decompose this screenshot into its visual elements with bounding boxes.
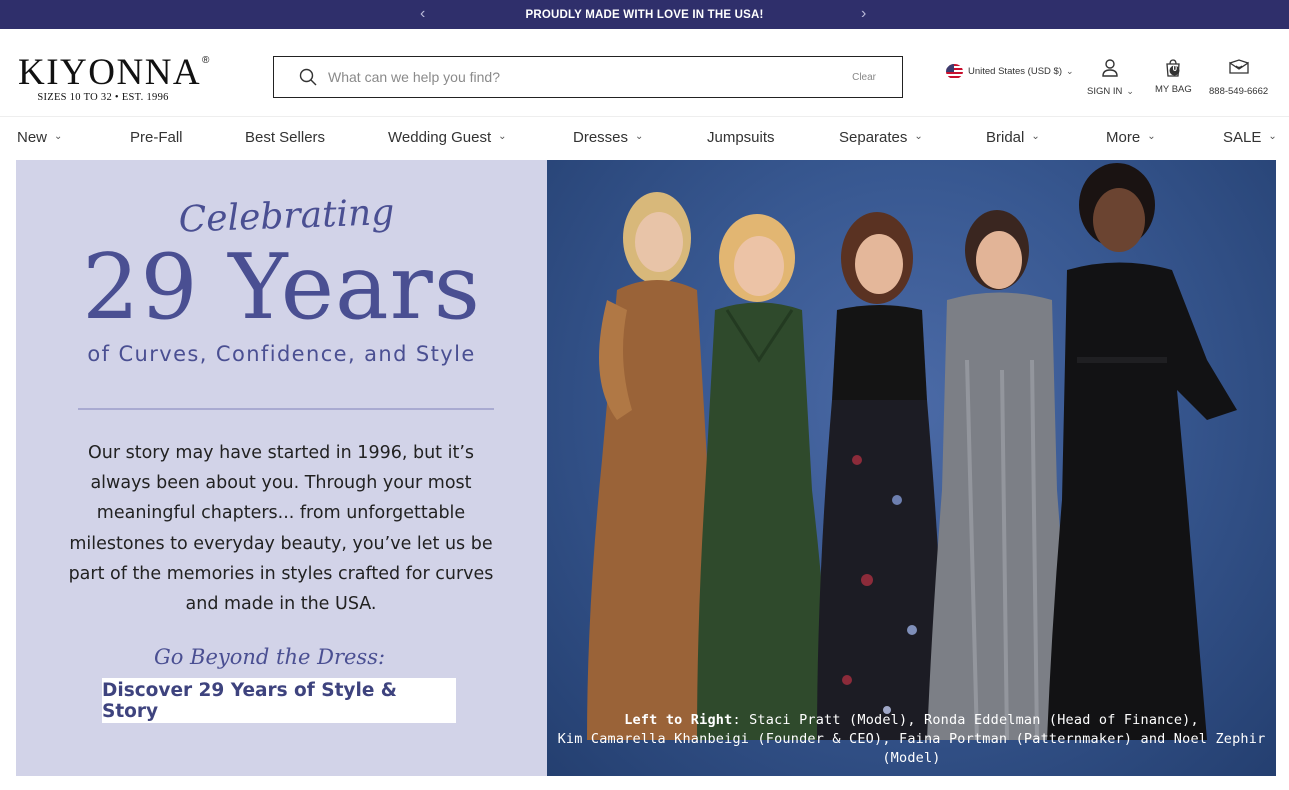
nav-item-dresses[interactable]: Dresses ⌄ — [573, 129, 643, 146]
search-clear-button[interactable]: Clear — [852, 72, 876, 83]
us-flag-icon — [946, 64, 963, 79]
hero-headline: 29 Years — [82, 235, 481, 340]
chevron-down-icon: ⌄ — [1147, 131, 1156, 142]
model-figure — [817, 212, 947, 740]
bag-count-badge: 0 — [1172, 64, 1178, 73]
hero-group-photo[interactable]: Left to Right: Staci Pratt (Model), Rond… — [547, 160, 1276, 776]
nav-label: Best Sellers — [245, 129, 326, 146]
logo-tagline: SIZES 10 TO 32 • EST. 1996 — [37, 92, 169, 103]
phone-contact[interactable]: 888-549-6662 — [1209, 58, 1268, 97]
search-icon — [298, 67, 318, 87]
hero-text-panel: Celebrating 29 Years of Curves, Confiden… — [16, 160, 547, 776]
hero-subtitle: of Curves, Confidence, and Style — [87, 342, 476, 366]
nav-label: Wedding Guest — [388, 129, 492, 146]
nav-label: New — [17, 129, 48, 146]
logo-wordmark: KIYONNA — [18, 52, 202, 93]
country-selector[interactable]: United States (USD $) ⌄ — [946, 64, 1074, 79]
announcement-bar: ‹ PROUDLY MADE WITH LOVE IN THE USA! › — [0, 0, 1289, 29]
chevron-right-icon[interactable]: › — [861, 4, 866, 24]
nav-item-bridal[interactable]: Bridal ⌄ — [986, 129, 1040, 146]
nav-item-wedding-guest[interactable]: Wedding Guest ⌄ — [388, 129, 507, 146]
nav-label: Pre-Fall — [130, 129, 183, 146]
chevron-down-icon: ⌄ — [1268, 131, 1277, 142]
sign-in-button[interactable]: SIGN IN ⌄ — [1087, 58, 1134, 97]
caption-line-2: Kim Camarella Khanbeigi (Founder & CEO),… — [557, 731, 1266, 766]
discover-story-button[interactable]: Discover 29 Years of Style & Story — [102, 678, 456, 723]
chevron-down-icon: ⌄ — [914, 131, 923, 142]
shopping-bag-icon: 0 — [1163, 58, 1183, 78]
site-logo[interactable]: KIYONNA ® SIZES 10 TO 32 • EST. 1996 — [18, 52, 213, 105]
nav-label: SALE — [1223, 129, 1262, 146]
model-figure — [697, 214, 832, 740]
nav-item-more[interactable]: More ⌄ — [1106, 129, 1156, 146]
user-icon — [1101, 58, 1119, 81]
chevron-left-icon[interactable]: ‹ — [420, 4, 425, 24]
search-bar: Clear — [273, 56, 903, 98]
main-navigation: New ⌄ Pre-Fall Best Sellers Wedding Guest… — [0, 116, 1289, 160]
country-label: United States (USD $) — [968, 66, 1062, 77]
sign-in-label: SIGN IN — [1087, 86, 1123, 97]
model-figure — [1047, 163, 1237, 740]
registered-mark: ® — [202, 55, 210, 66]
chevron-down-icon: ⌄ — [1126, 86, 1134, 96]
hero-beyond-text: Go Beyond the Dress: — [153, 645, 386, 669]
group-photo-illustration — [587, 163, 1237, 741]
nav-item-pre-fall[interactable]: Pre-Fall — [130, 129, 183, 146]
nav-item-sale[interactable]: SALE ⌄ — [1223, 129, 1277, 146]
chevron-down-icon: ⌄ — [635, 131, 644, 142]
nav-label: Dresses — [573, 129, 629, 146]
hero-divider — [78, 408, 494, 410]
my-bag-label: MY BAG — [1155, 84, 1192, 95]
chevron-down-icon: ⌄ — [1065, 66, 1074, 76]
chevron-down-icon: ⌄ — [498, 131, 507, 142]
announcement-message: PROUDLY MADE WITH LOVE IN THE USA! — [525, 8, 764, 21]
my-bag-button[interactable]: 0 MY BAG — [1155, 58, 1192, 95]
caption-line-1: : Staci Pratt (Model), Ronda Eddelman (H… — [732, 712, 1199, 728]
nav-item-best-sellers[interactable]: Best Sellers — [245, 129, 325, 146]
phone-number: 888-549-6662 — [1209, 86, 1269, 97]
caption-lead: Left to Right — [624, 712, 733, 728]
chevron-down-icon: ⌄ — [1031, 131, 1040, 142]
search-input[interactable] — [328, 69, 853, 85]
phone-chat-icon — [1228, 58, 1250, 81]
photo-caption: Left to Right: Staci Pratt (Model), Rond… — [547, 711, 1276, 768]
nav-item-jumpsuits[interactable]: Jumpsuits — [707, 129, 775, 146]
nav-label: More — [1106, 129, 1141, 146]
hero-story-text: Our story may have started in 1996, but … — [68, 443, 494, 615]
nav-label: Separates — [839, 129, 908, 146]
nav-item-separates[interactable]: Separates ⌄ — [839, 129, 923, 146]
nav-label: Jumpsuits — [707, 129, 775, 146]
chevron-down-icon: ⌄ — [54, 131, 63, 142]
nav-item-new[interactable]: New ⌄ — [17, 129, 62, 146]
model-figure — [927, 210, 1072, 741]
model-figure — [587, 192, 717, 740]
nav-label: Bridal — [986, 129, 1025, 146]
